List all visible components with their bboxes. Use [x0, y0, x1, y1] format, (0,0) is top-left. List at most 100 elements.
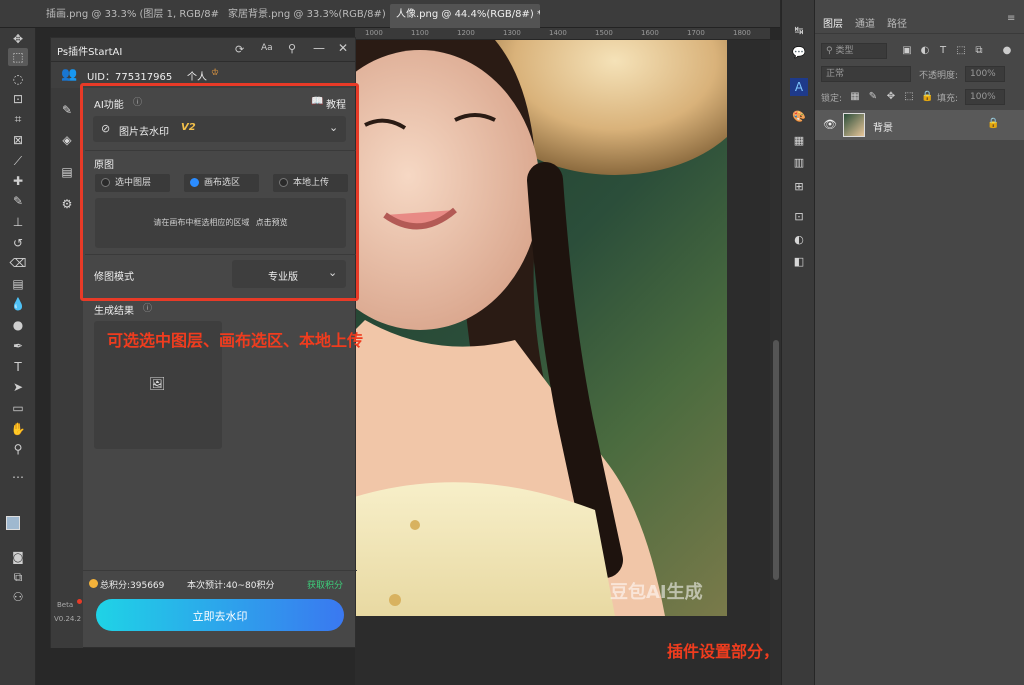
- preview-link[interactable]: 点击预览: [256, 217, 288, 228]
- quick-mask-icon[interactable]: ◙: [8, 548, 28, 566]
- canvas-selection-preview-box[interactable]: 请在画布中框选相应的区域 点击预览: [95, 198, 346, 248]
- fill-input[interactable]: 100%: [965, 89, 1005, 105]
- generative-icon[interactable]: ⚇: [8, 588, 28, 606]
- swatches-icon[interactable]: ▦: [791, 134, 807, 148]
- filter-smart-object-icon[interactable]: ⧉: [973, 45, 985, 57]
- divider: [83, 570, 357, 571]
- document-tab-illustration[interactable]: 插画.png @ 33.3% (图层 1, RGB/8#) *×: [40, 4, 220, 28]
- info-icon[interactable]: ⓘ: [143, 301, 152, 314]
- startai-logo-icon[interactable]: A: [790, 78, 808, 96]
- edit-icon[interactable]: ✎: [59, 102, 75, 118]
- shape-tool-icon[interactable]: ▭: [8, 399, 28, 417]
- filter-toggle-icon[interactable]: ●: [1001, 45, 1013, 57]
- ai-feature-label: AI功能: [94, 100, 124, 111]
- scrollbar-thumb[interactable]: [773, 340, 779, 580]
- dodge-tool-icon[interactable]: ●: [8, 316, 28, 334]
- filter-shape-icon[interactable]: ⬚: [955, 45, 967, 57]
- path-select-tool-icon[interactable]: ➤: [8, 378, 28, 396]
- ruler-tick: 1300: [503, 29, 521, 37]
- fill-label: 填充:: [937, 94, 959, 104]
- filter-pixel-icon[interactable]: ▣: [901, 45, 913, 57]
- minimize-icon[interactable]: —: [313, 41, 325, 55]
- object-select-tool-icon[interactable]: ⊡: [8, 90, 28, 108]
- filter-adjustment-icon[interactable]: ◐: [919, 45, 931, 57]
- blur-tool-icon[interactable]: 💧: [8, 295, 28, 313]
- get-points-link[interactable]: 获取积分: [307, 578, 343, 591]
- more-tools-icon[interactable]: ⋯: [8, 468, 28, 486]
- tab-paths[interactable]: 路径: [887, 15, 907, 30]
- lock-transparent-icon[interactable]: ▦: [849, 91, 861, 103]
- gradient-tool-icon[interactable]: ▤: [8, 275, 28, 293]
- feature-select[interactable]: ⊘ 图片去水印 V2 ⌄: [93, 116, 346, 142]
- eraser-tool-icon[interactable]: ⌫: [8, 254, 28, 272]
- ruler-tick: 1800: [733, 29, 751, 37]
- zoom-tool-icon[interactable]: ⚲: [8, 440, 28, 458]
- type-tool-icon[interactable]: T: [8, 358, 28, 376]
- version-label: V0.24.2: [54, 615, 82, 623]
- remove-watermark-button[interactable]: 立即去水印: [96, 599, 344, 631]
- filter-type-icon[interactable]: T: [937, 45, 949, 57]
- panel-menu-icon[interactable]: ≡: [1007, 13, 1015, 24]
- patterns-icon[interactable]: ⊞: [791, 180, 807, 194]
- brush-tool-icon[interactable]: ✎: [8, 192, 28, 210]
- history-icon[interactable]: ↹: [791, 24, 807, 38]
- gradients-icon[interactable]: ▥: [791, 156, 807, 170]
- mode-select[interactable]: 专业版 ⌄: [232, 260, 346, 288]
- comment-icon[interactable]: 💬: [791, 46, 807, 60]
- marquee-tool-icon[interactable]: ⬚: [8, 48, 28, 66]
- lock-position-icon[interactable]: ✥: [885, 91, 897, 103]
- layer-row[interactable]: 👁 背景 🔒: [815, 110, 1024, 140]
- option-label: 选中图层: [115, 178, 152, 188]
- ruler-tick: 1500: [595, 29, 613, 37]
- screen-mode-icon[interactable]: ⧉: [8, 568, 28, 586]
- image-icon: 🖼: [149, 377, 166, 392]
- watermark-off-icon: ⊘: [101, 122, 111, 135]
- tab-label: 家居背景.png @ 33.3%(RGB/8#) *: [228, 9, 387, 20]
- crop-tool-icon[interactable]: ⌗: [8, 110, 28, 128]
- estimate-points-text: 本次预计:40~80积分: [187, 581, 275, 591]
- color-palette-icon[interactable]: 🎨: [791, 110, 807, 124]
- source-option-canvas-selection[interactable]: 画布选区: [184, 174, 259, 192]
- properties-icon[interactable]: ◧: [791, 255, 807, 269]
- document-tab-portrait[interactable]: 人像.png @ 44.4%(RGB/8#) *×: [390, 4, 540, 28]
- foreground-color-swatch[interactable]: [6, 516, 20, 530]
- move-tool-icon[interactable]: ✥: [8, 30, 28, 48]
- blend-mode-select[interactable]: 正常: [821, 66, 911, 82]
- lock-artboard-icon[interactable]: ⬚: [903, 91, 915, 103]
- eyedropper-tool-icon[interactable]: ⟋: [8, 152, 28, 170]
- history-brush-tool-icon[interactable]: ↺: [8, 234, 28, 252]
- pin-icon[interactable]: ⚲: [288, 42, 296, 55]
- lock-pixels-icon[interactable]: ✎: [867, 91, 879, 103]
- clone-stamp-tool-icon[interactable]: ⊥: [8, 213, 28, 231]
- tab-channels[interactable]: 通道: [855, 15, 875, 30]
- font-size-icon[interactable]: Aa: [261, 43, 273, 53]
- panel-icon-strip: ↹ 💬 A 🎨 ▦ ▥ ⊞ ⊡ ◐ ◧: [781, 0, 815, 685]
- libraries-icon[interactable]: ⊡: [791, 210, 807, 224]
- info-icon[interactable]: ⓘ: [133, 95, 142, 108]
- pen-tool-icon[interactable]: ✒: [8, 337, 28, 355]
- button-label: 立即去水印: [192, 610, 248, 623]
- source-option-local-upload[interactable]: 本地上传: [273, 174, 348, 192]
- coin-icon: [89, 579, 98, 588]
- hand-tool-icon[interactable]: ✋: [8, 420, 28, 438]
- document-tab-home-background[interactable]: 家居背景.png @ 33.3%(RGB/8#) *×: [222, 4, 387, 28]
- tab-layers[interactable]: 图层: [823, 15, 843, 30]
- canvas-hint-text: 请在画布中框选相应的区域: [153, 218, 250, 227]
- portrait-photo[interactable]: 豆包AI生成: [345, 40, 727, 616]
- source-option-selected-layer[interactable]: 选中图层: [95, 174, 170, 192]
- document-icon[interactable]: ▤: [59, 164, 75, 180]
- frame-tool-icon[interactable]: ⊠: [8, 131, 28, 149]
- settings-icon[interactable]: ⚙: [59, 196, 75, 212]
- lock-all-icon[interactable]: 🔒: [921, 91, 933, 103]
- layer-filter-select[interactable]: ⚲ 类型: [821, 43, 887, 59]
- adjustments-icon[interactable]: ◐: [791, 233, 807, 247]
- tutorial-link[interactable]: 教程: [326, 96, 346, 111]
- refresh-icon[interactable]: ⟳: [235, 43, 244, 56]
- lasso-tool-icon[interactable]: ◌: [8, 70, 28, 88]
- close-plugin-icon[interactable]: ✕: [338, 41, 348, 55]
- layers-icon[interactable]: ◈: [59, 132, 75, 148]
- radio-icon: [279, 178, 288, 187]
- healing-brush-tool-icon[interactable]: ✚: [8, 172, 28, 190]
- visibility-eye-icon[interactable]: 👁: [823, 118, 837, 131]
- opacity-input[interactable]: 100%: [965, 66, 1005, 82]
